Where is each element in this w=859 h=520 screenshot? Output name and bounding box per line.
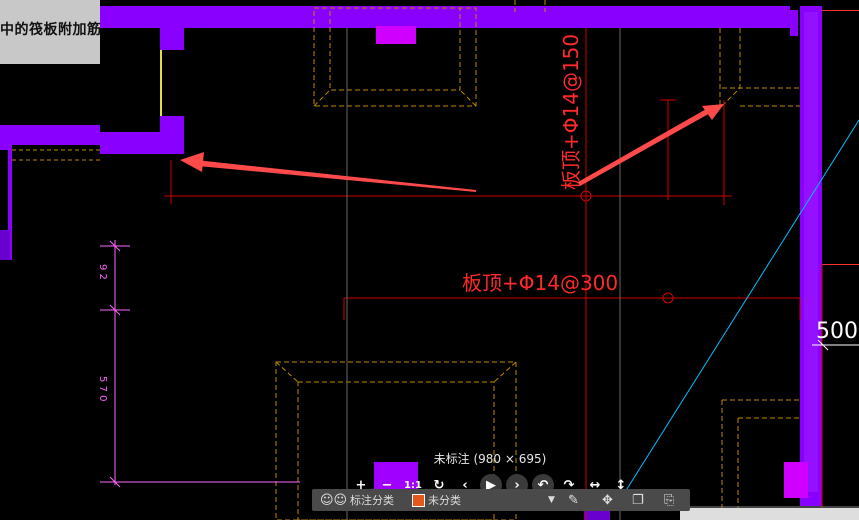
selected-category: 未分类 xyxy=(428,494,461,507)
move-icon[interactable]: ✥ xyxy=(602,493,613,508)
svg-text:5 7 0: 5 7 0 xyxy=(97,376,108,401)
edit-icon[interactable]: ✎ xyxy=(568,493,579,508)
rebar-top-label: 板顶+Φ14@150 xyxy=(559,34,583,190)
dim-500-text: 500 xyxy=(816,319,858,344)
wall-top xyxy=(100,6,822,28)
category-select[interactable]: 未分类 xyxy=(412,493,461,507)
copy-icon[interactable]: ❐ xyxy=(632,493,644,508)
annotation-status: 未标注 (980 × 695) xyxy=(433,452,547,466)
svg-text:9 2: 9 2 xyxy=(97,264,108,280)
document-title-tab[interactable]: 中的筏板附加筋 xyxy=(0,0,100,64)
image-viewer: 9 2 5 7 0 500 板顶+Φ14@150 板顶+Φ14@300 中的筏板… xyxy=(0,0,859,520)
cad-drawing: 9 2 5 7 0 500 板顶+Φ14@150 板顶+Φ14@300 xyxy=(0,0,859,520)
people-icon[interactable]: ☺☺ xyxy=(320,493,347,508)
category-color-swatch xyxy=(412,493,425,507)
chevron-down-icon[interactable]: ▼ xyxy=(548,493,555,507)
annotation-category-bar: ☺☺ 标注分类 未分类 ▼ ✎ ✥ ❐ ⎘ xyxy=(312,489,690,511)
rebar-mid-label: 板顶+Φ14@300 xyxy=(462,271,618,295)
category-label: 标注分类 xyxy=(350,494,394,507)
paste-icon[interactable]: ⎘ xyxy=(664,493,674,508)
document-title: 中的筏板附加筋 xyxy=(0,22,100,38)
